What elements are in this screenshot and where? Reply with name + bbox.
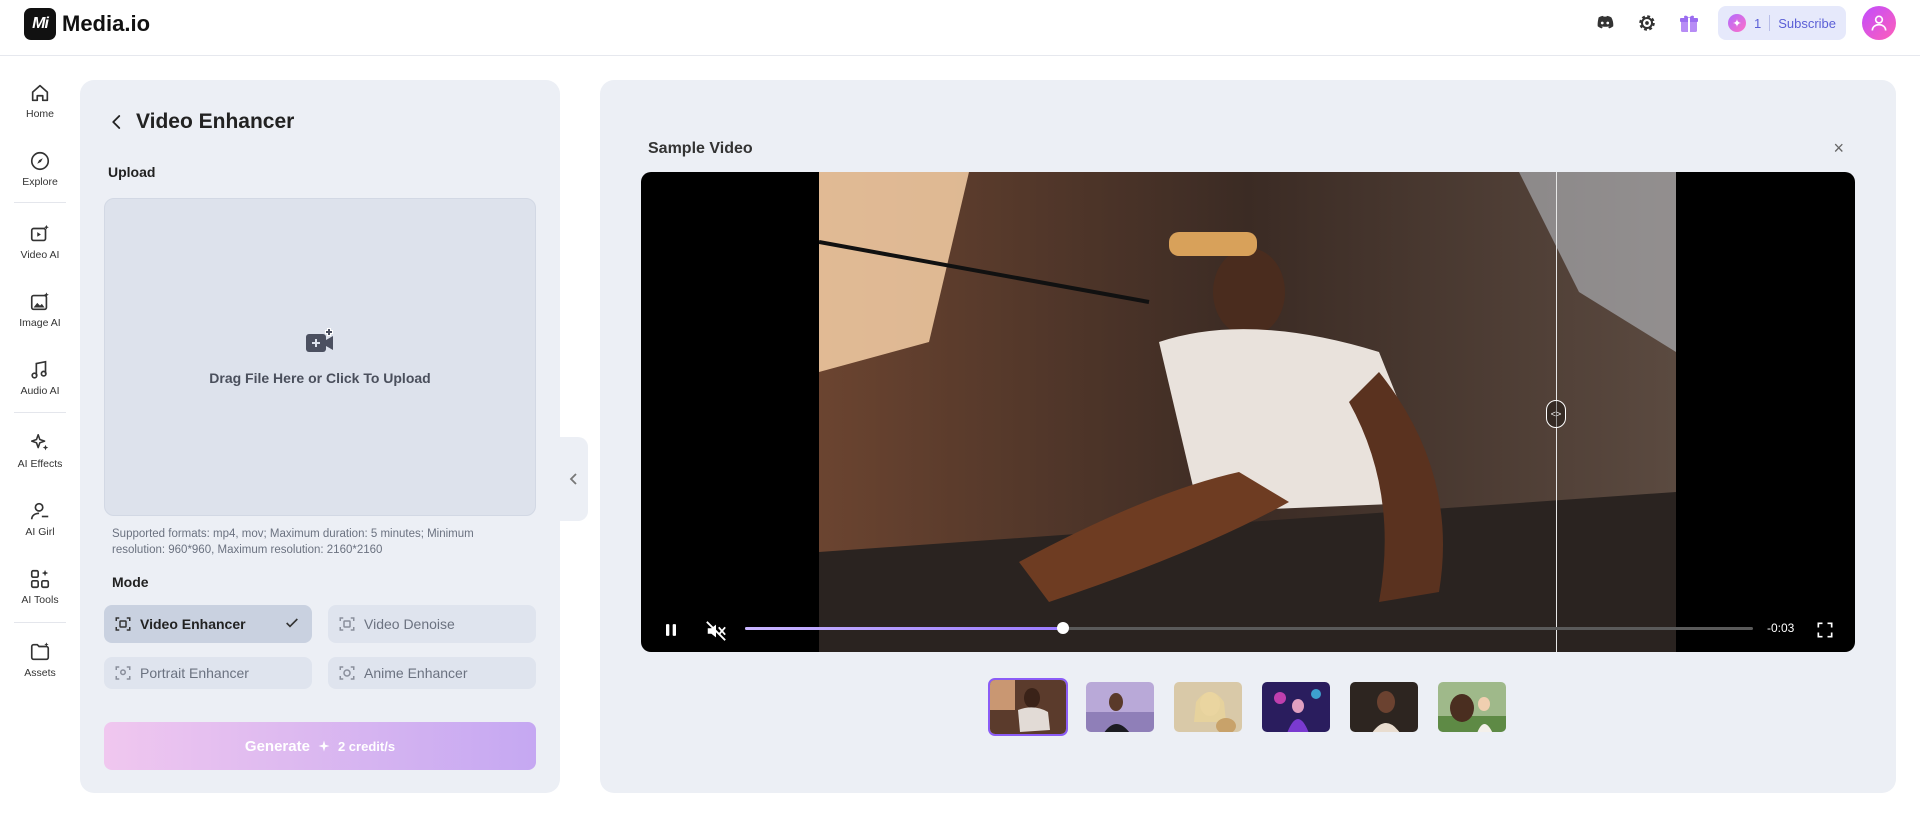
fullscreen-button[interactable] xyxy=(1815,620,1835,645)
enhance-frame-icon xyxy=(115,617,131,631)
divider xyxy=(14,622,66,623)
chevron-left-icon xyxy=(569,473,577,485)
sidebar-item-ai-girl[interactable]: AI Girl xyxy=(0,500,80,538)
mode-video-denoise[interactable]: Video Denoise xyxy=(328,605,536,643)
portrait-icon xyxy=(115,666,131,680)
back-arrow-icon[interactable] xyxy=(108,113,126,131)
video-progress-bar[interactable] xyxy=(745,622,1753,634)
sidebar-item-label: AI Girl xyxy=(25,526,55,538)
compass-icon xyxy=(30,151,50,171)
mode-label: Video Denoise xyxy=(364,616,455,632)
upload-dropzone[interactable]: Drag File Here or Click To Upload xyxy=(104,198,536,516)
denoise-frame-icon xyxy=(339,617,355,631)
supported-formats-text: Supported formats: mp4, mov; Maximum dur… xyxy=(112,528,474,556)
volume-muted-icon xyxy=(706,621,726,641)
sample-thumbnails xyxy=(988,678,1508,736)
top-bar: Mi Media.io ✦ 1 Subscribe xyxy=(0,0,1920,56)
sidebar: Home Explore Video AI Image AI Audio AI … xyxy=(0,56,80,817)
sidebar-item-label: Home xyxy=(25,108,54,120)
upload-section-title: Upload xyxy=(108,164,156,180)
mode-label: Portrait Enhancer xyxy=(140,665,249,681)
checkmark-icon xyxy=(286,618,298,628)
app-logo[interactable]: Mi Media.io xyxy=(24,8,150,40)
preview-panel: Sample Video × <> -0:03 xyxy=(600,80,1896,793)
divider xyxy=(1769,15,1771,31)
discord-icon[interactable] xyxy=(1592,10,1618,36)
preview-title: Sample Video xyxy=(648,140,753,157)
credit-sparkle-icon: ✦ xyxy=(1727,14,1746,32)
image-ai-icon xyxy=(30,292,49,311)
credits-count: 1 xyxy=(1753,15,1762,31)
mode-section-title: Mode xyxy=(112,574,149,590)
sidebar-item-image-ai[interactable]: Image AI xyxy=(0,291,80,329)
mode-label: Anime Enhancer xyxy=(364,665,468,681)
settings-gear-icon[interactable] xyxy=(1634,10,1660,36)
sidebar-item-label: Image AI xyxy=(19,317,61,329)
page-title: Video Enhancer xyxy=(136,110,295,133)
sidebar-item-audio-ai[interactable]: Audio AI xyxy=(0,359,80,397)
mode-label: Video Enhancer xyxy=(140,616,246,632)
upload-instructions: Drag File Here or Click To Upload xyxy=(209,370,431,386)
generate-button[interactable]: Generate 2 credit/s xyxy=(104,722,536,770)
mode-video-enhancer[interactable]: Video Enhancer xyxy=(104,605,312,643)
video-frame: <> xyxy=(819,172,1676,652)
generate-credits: 2 credit/s xyxy=(337,738,396,754)
sidebar-item-label: Audio AI xyxy=(20,385,60,397)
sample-thumbnail[interactable] xyxy=(1436,680,1508,734)
progress-fill xyxy=(745,627,1063,630)
sidebar-item-label: AI Effects xyxy=(17,458,63,470)
subscribe-link[interactable]: Subscribe xyxy=(1778,16,1836,31)
gift-icon[interactable] xyxy=(1676,10,1702,36)
sample-thumbnail[interactable] xyxy=(1260,680,1332,734)
pause-icon xyxy=(666,624,676,636)
sidebar-item-video-ai[interactable]: Video AI xyxy=(0,223,80,261)
mute-button[interactable] xyxy=(705,620,727,647)
collapse-panel-button[interactable] xyxy=(560,437,588,521)
close-preview-button[interactable]: × xyxy=(1833,138,1844,159)
sample-thumbnail[interactable] xyxy=(1172,680,1244,734)
sample-thumbnail[interactable] xyxy=(988,678,1068,736)
mode-portrait-enhancer[interactable]: Portrait Enhancer xyxy=(104,657,312,689)
time-remaining: -0:03 xyxy=(1767,621,1795,635)
divider xyxy=(14,202,66,203)
sidebar-item-assets[interactable]: Assets xyxy=(0,641,80,679)
sidebar-item-home[interactable]: Home xyxy=(0,82,80,120)
pause-button[interactable] xyxy=(661,620,681,645)
panel-header: Video Enhancer xyxy=(108,110,294,134)
generate-label: Generate xyxy=(244,737,310,755)
add-video-icon xyxy=(306,328,333,352)
anime-face-icon xyxy=(339,666,355,680)
audio-ai-icon xyxy=(31,360,47,379)
mode-anime-enhancer[interactable]: Anime Enhancer xyxy=(328,657,536,689)
fullscreen-icon xyxy=(1817,622,1833,638)
credits-subscribe-pill[interactable]: ✦ 1 Subscribe xyxy=(1717,6,1846,40)
sample-thumbnail[interactable] xyxy=(1084,680,1156,734)
sidebar-item-label: AI Tools xyxy=(21,594,59,606)
video-player[interactable]: <> -0:03 xyxy=(641,172,1855,652)
user-icon xyxy=(30,502,49,520)
logo-mark: Mi xyxy=(24,8,56,40)
folder-icon xyxy=(30,642,50,661)
sidebar-item-label: Video AI xyxy=(20,249,60,261)
progress-knob[interactable] xyxy=(1056,622,1069,634)
sample-thumbnail[interactable] xyxy=(1348,680,1420,734)
sidebar-item-label: Explore xyxy=(22,176,58,188)
divider xyxy=(14,412,66,413)
tool-panel: Video Enhancer Upload Drag File Here or … xyxy=(80,80,560,793)
compare-split-handle[interactable]: <> xyxy=(1546,400,1566,428)
sidebar-item-ai-effects[interactable]: AI Effects xyxy=(0,432,80,470)
home-icon xyxy=(31,84,49,102)
sidebar-item-label: Assets xyxy=(24,667,56,679)
sidebar-item-ai-tools[interactable]: AI Tools xyxy=(0,568,80,606)
sparkle-icon xyxy=(30,433,49,451)
credit-bolt-icon xyxy=(318,740,330,752)
sidebar-item-explore[interactable]: Explore xyxy=(0,150,80,188)
video-ai-icon xyxy=(30,224,49,242)
tools-icon xyxy=(30,569,50,589)
user-avatar[interactable] xyxy=(1862,6,1896,40)
app-name: Media.io xyxy=(62,11,151,36)
